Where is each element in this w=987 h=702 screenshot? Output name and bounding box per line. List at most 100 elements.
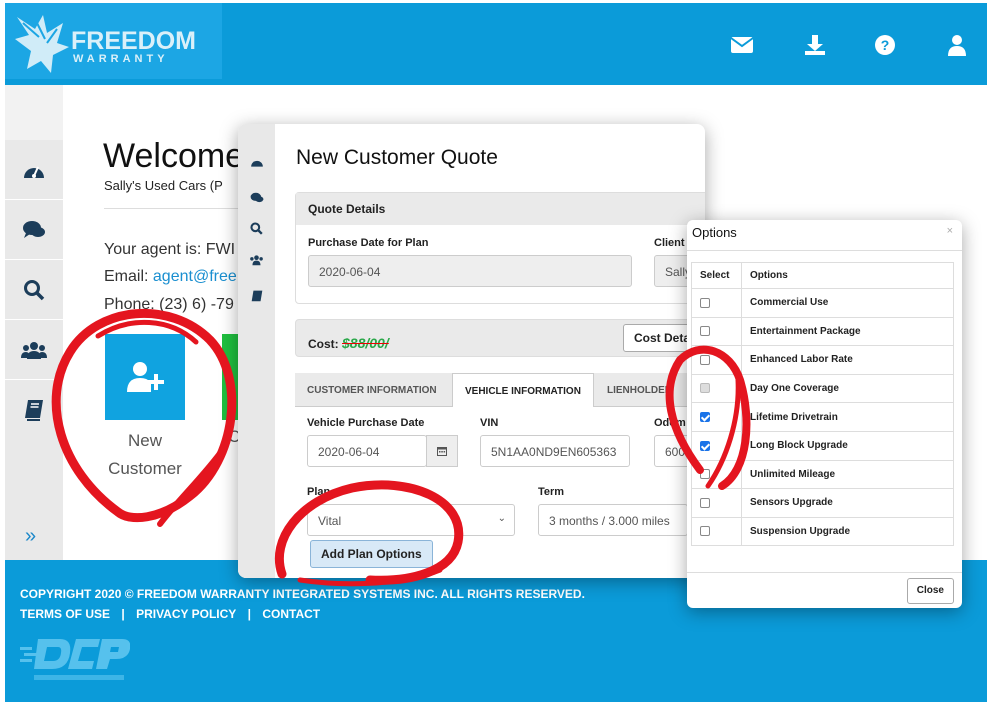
dashboard-icon[interactable] [5, 140, 63, 200]
option-row: Unlimited Mileage [691, 459, 954, 490]
option-checkbox[interactable] [700, 412, 710, 423]
option-label: Suspension Upgrade [741, 516, 954, 547]
chat-icon[interactable] [5, 200, 63, 260]
option-label: Commercial Use [741, 288, 954, 318]
search-icon[interactable] [238, 222, 275, 238]
cost-value: $88/00/ [342, 335, 389, 351]
option-row: Suspension Upgrade [691, 516, 954, 547]
option-row: Lifetime Drivetrain [691, 402, 954, 432]
select-cell [691, 430, 742, 461]
cost-label: Cost: $88/00/ [308, 335, 389, 351]
vehicle-purchase-date-label: Vehicle Purchase Date [307, 417, 425, 429]
select-cell [691, 402, 742, 432]
option-row: Sensors Upgrade [691, 488, 954, 518]
mail-icon[interactable] [728, 31, 756, 59]
agent-info: Your agent is: FWI [104, 241, 236, 258]
privacy-link[interactable]: PRIVACY POLICY [136, 607, 236, 621]
vin-field[interactable]: 5N1AA0ND9EN605363 [480, 435, 630, 467]
terms-link[interactable]: TERMS OF USE [20, 607, 110, 621]
term-label: Term [538, 486, 565, 498]
option-checkbox[interactable] [700, 526, 710, 537]
option-checkbox[interactable] [700, 497, 710, 508]
modal-sidebar [238, 124, 275, 578]
svg-text:?: ? [881, 37, 890, 53]
plan-select[interactable]: Vital ⌄ [307, 504, 515, 536]
agent-phone: Phone: (23) 6) -79 [104, 296, 234, 313]
brand-sub: WARRANTY [73, 53, 169, 65]
purchase-date-label: Purchase Date for Plan [308, 237, 429, 249]
user-icon[interactable] [943, 31, 971, 59]
option-label: Entertainment Package [741, 316, 954, 347]
link-separator: | [247, 607, 252, 621]
add-plan-options-button[interactable]: Add Plan Options [310, 540, 433, 568]
option-row: Enhanced Labor Rate [691, 345, 954, 375]
quote-details-panel: Quote Details Purchase Date for Plan 202… [295, 192, 705, 304]
client-label: Client [654, 237, 685, 249]
dealer-name: Sally's Used Cars (P [104, 178, 223, 193]
select-cell [691, 345, 742, 375]
option-row: Day One Coverage [691, 373, 954, 404]
book-icon[interactable] [5, 380, 63, 440]
footer-links: TERMS OF USE | PRIVACY POLICY | CONTACT [20, 607, 328, 621]
option-label: Enhanced Labor Rate [741, 345, 954, 375]
dcp-logo [20, 639, 130, 680]
brand-name: FREEDOM [71, 27, 196, 55]
option-checkbox[interactable] [700, 297, 710, 308]
sidebar: » [5, 140, 63, 560]
option-row: Commercial Use [691, 288, 954, 318]
search-icon[interactable] [5, 260, 63, 320]
calendar-icon[interactable] [426, 435, 458, 467]
new-customer-quote-modal: New Customer Quote Quote Details Purchas… [238, 124, 705, 578]
download-icon[interactable] [801, 31, 829, 59]
chat-icon[interactable] [238, 192, 275, 207]
purchase-date-field[interactable]: 2020-06-04 [308, 255, 632, 287]
option-label: Day One Coverage [741, 373, 954, 404]
option-checkbox[interactable] [700, 383, 710, 394]
close-button[interactable]: Close [906, 578, 954, 604]
email-link[interactable]: agent@free [153, 268, 237, 285]
select-cell [691, 316, 742, 347]
plan-value: Vital [318, 514, 342, 528]
expand-sidebar-button[interactable]: » [25, 525, 36, 548]
tab-vehicle-information[interactable]: VEHICLE INFORMATION [452, 373, 594, 407]
new-customer-tile[interactable] [105, 334, 185, 420]
brand-logo[interactable]: FREEDOM WARRANTY [5, 3, 222, 79]
vehicle-purchase-date-field[interactable]: 2020-06-04 [307, 435, 427, 467]
agent-email: Email: agent@free [104, 268, 237, 286]
close-icon[interactable]: × [947, 225, 953, 237]
table-header-row: Select Options [691, 262, 954, 289]
tab-customer-information[interactable]: CUSTOMER INFORMATION [295, 373, 449, 407]
add-user-icon [127, 362, 164, 392]
select-cell [691, 488, 742, 518]
options-header: Options [741, 262, 954, 289]
option-checkbox[interactable] [700, 469, 710, 480]
quote-tabs: CUSTOMER INFORMATION VEHICLE INFORMATION… [295, 373, 705, 407]
divider [687, 572, 962, 573]
option-label: Unlimited Mileage [741, 459, 954, 490]
select-cell [691, 516, 742, 547]
panel-heading: Quote Details [296, 193, 705, 225]
cost-panel: Cost: $88/00/ Cost Detail [295, 319, 705, 357]
plan-label: Plan [307, 486, 331, 498]
term-field[interactable]: 3 months / 3.000 miles [538, 504, 688, 536]
users-icon[interactable] [238, 254, 275, 269]
option-row: Entertainment Package [691, 316, 954, 347]
option-checkbox[interactable] [700, 440, 710, 451]
divider [687, 250, 962, 251]
divider [104, 208, 244, 209]
page-title: Welcome [103, 137, 245, 175]
app-header: FREEDOM WARRANTY ? [5, 3, 987, 85]
vin-label: VIN [480, 417, 499, 429]
book-icon[interactable] [238, 290, 275, 306]
dashboard-icon[interactable] [238, 156, 275, 171]
users-icon[interactable] [5, 320, 63, 380]
option-checkbox[interactable] [700, 354, 710, 365]
option-label: Sensors Upgrade [741, 488, 954, 518]
email-label: Email: [104, 268, 153, 285]
option-checkbox[interactable] [700, 326, 710, 337]
help-icon[interactable]: ? [871, 31, 899, 59]
option-label: Lifetime Drivetrain [741, 402, 954, 432]
odometer-label: Odom [654, 417, 686, 429]
tab-lienholder[interactable]: LIENHOLDER [595, 373, 684, 407]
contact-link[interactable]: CONTACT [262, 607, 320, 621]
